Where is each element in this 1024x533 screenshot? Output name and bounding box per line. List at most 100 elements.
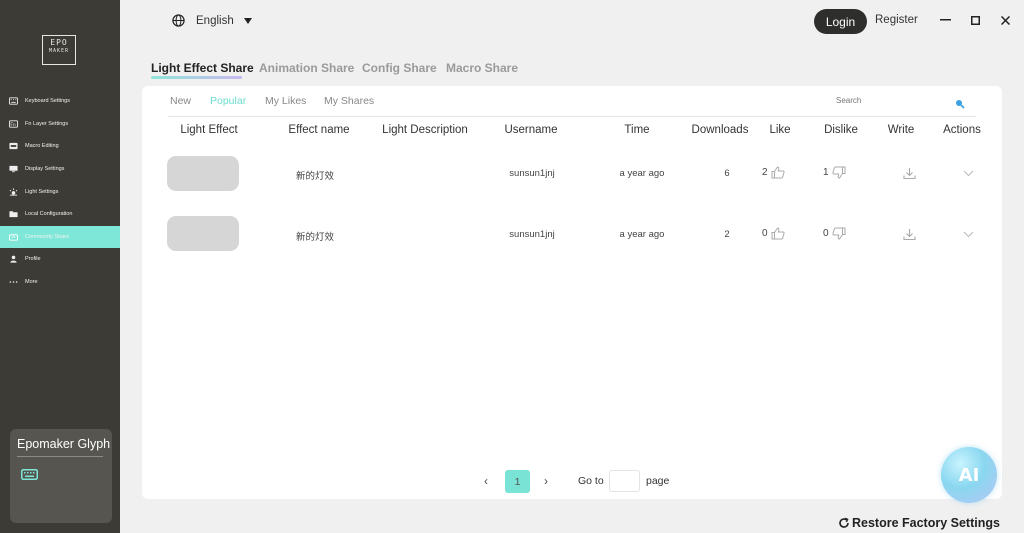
sidebar-item-label: Local Configuration — [25, 211, 73, 218]
ai-label: AI — [958, 464, 980, 486]
dislike-count: 0 — [823, 228, 829, 239]
column-header-downloads: Downloads — [691, 124, 749, 136]
tab-macro-share[interactable]: Macro Share — [446, 61, 518, 75]
caret-down-icon — [243, 17, 252, 24]
sidebar-item-display-settings[interactable]: Display Settings — [0, 158, 120, 181]
close-icon[interactable] — [998, 11, 1012, 29]
logo-text-bottom: MAKER — [48, 48, 70, 54]
refresh-icon — [839, 517, 849, 528]
like-count: 0 — [762, 228, 768, 239]
ai-assistant-button[interactable]: AI — [941, 447, 997, 503]
sidebar-nav: Keyboard Settings Fn Fn Layer Settings M… — [0, 90, 120, 293]
prev-page-button[interactable]: ‹ — [484, 474, 488, 488]
next-page-button[interactable]: › — [544, 474, 548, 488]
macro-icon — [9, 143, 18, 150]
like-button[interactable]: 2 — [762, 166, 785, 179]
light-effect-thumbnail[interactable] — [167, 156, 239, 191]
sidebar-item-macro-editing[interactable]: Macro Editing — [0, 135, 120, 158]
restore-label: Restore Factory Settings — [852, 516, 1000, 530]
register-link[interactable]: Register — [875, 14, 918, 26]
download-icon[interactable] — [902, 166, 916, 180]
tab-animation-share[interactable]: Animation Share — [259, 61, 354, 75]
restore-factory-settings-button[interactable]: Restore Factory Settings — [838, 516, 1000, 530]
share-panel — [142, 86, 1002, 499]
language-selector[interactable]: English — [172, 14, 252, 27]
sidebar-item-label: Macro Editing — [25, 143, 59, 150]
effect-name-cell: 新的灯效 — [295, 232, 335, 243]
column-header-effect-name: Effect name — [288, 124, 350, 136]
column-header-like: Like — [769, 124, 791, 136]
subtab-my-likes[interactable]: My Likes — [265, 95, 306, 107]
folder-icon — [9, 211, 18, 218]
subtab-popular[interactable]: Popular — [210, 95, 246, 107]
download-icon[interactable] — [902, 227, 916, 241]
thumbs-down-icon — [831, 166, 846, 179]
keyboard-icon — [9, 97, 18, 105]
downloads-cell: 6 — [724, 168, 730, 179]
page-label: page — [646, 475, 670, 487]
device-card[interactable]: Epomaker Glyph — [10, 429, 112, 523]
sidebar-item-light-settings[interactable]: Light Settings — [0, 180, 120, 203]
username-cell: sunsun1jnj — [509, 229, 555, 240]
dislike-button[interactable]: 0 — [823, 227, 846, 240]
column-header-actions: Actions — [943, 124, 981, 136]
light-effect-thumbnail[interactable] — [167, 216, 239, 251]
cloud-icon — [9, 233, 18, 241]
column-header-write: Write — [887, 124, 915, 136]
time-cell: a year ago — [619, 168, 665, 179]
column-header-light-description: Light Description — [382, 124, 468, 136]
display-icon — [9, 165, 18, 173]
sidebar-item-label: Profile — [25, 256, 41, 263]
divider — [17, 456, 103, 457]
chevron-down-icon[interactable] — [962, 168, 975, 178]
sidebar-item-label: Fn Layer Settings — [25, 120, 69, 127]
epomaker-logo: EPO MAKER — [42, 35, 76, 65]
fn-layer-icon: Fn — [9, 120, 18, 128]
page-1-button[interactable]: 1 — [505, 470, 530, 493]
goto-page-input[interactable] — [609, 470, 640, 492]
sidebar-item-keyboard-settings[interactable]: Keyboard Settings — [0, 90, 120, 113]
tab-config-share[interactable]: Config Share — [362, 61, 437, 75]
goto-label: Go to — [578, 475, 604, 487]
sidebar-item-label: Display Settings — [25, 166, 65, 173]
column-header-username: Username — [504, 124, 558, 136]
like-button[interactable]: 0 — [762, 227, 785, 240]
username-cell: sunsun1jnj — [509, 168, 555, 179]
login-button[interactable]: Login — [814, 9, 867, 34]
subtab-new[interactable]: New — [170, 95, 191, 107]
sidebar-item-profile[interactable]: Profile — [0, 248, 120, 271]
device-name: Epomaker Glyph — [17, 437, 111, 451]
sidebar-item-more[interactable]: More — [0, 271, 120, 294]
light-icon — [9, 188, 18, 196]
tab-light-effect-share[interactable]: Light Effect Share — [151, 61, 254, 75]
logo-text-top: EPO — [50, 38, 68, 47]
sidebar-item-label: Community Share — [25, 233, 70, 240]
time-cell: a year ago — [619, 229, 665, 240]
language-label: English — [196, 14, 234, 27]
sidebar-item-fn-layer-settings[interactable]: Fn Fn Layer Settings — [0, 113, 120, 136]
divider — [168, 116, 976, 117]
sidebar-item-label: Keyboard Settings — [25, 98, 70, 105]
subtab-my-shares[interactable]: My Shares — [324, 95, 374, 107]
sidebar-item-label: Light Settings — [25, 188, 59, 195]
column-header-dislike: Dislike — [824, 124, 858, 136]
chevron-down-icon[interactable] — [962, 229, 975, 239]
thumbs-up-icon — [771, 166, 785, 179]
sidebar-item-local-configuration[interactable]: Local Configuration — [0, 203, 120, 226]
search-icon[interactable] — [955, 96, 965, 109]
sidebar-item-label: More — [25, 279, 38, 286]
thumbs-down-icon — [831, 227, 846, 240]
globe-icon — [172, 14, 185, 27]
sidebar-item-community-share[interactable]: Community Share — [0, 225, 120, 249]
minimize-icon[interactable] — [938, 11, 952, 29]
keyboard-icon — [21, 467, 38, 485]
downloads-cell: 2 — [724, 229, 730, 240]
column-header-light-effect: Light Effect — [180, 124, 238, 136]
thumbs-up-icon — [771, 227, 785, 240]
search-input[interactable] — [832, 91, 972, 109]
active-tab-indicator — [151, 76, 242, 79]
column-header-time: Time — [624, 124, 650, 136]
svg-text:Fn: Fn — [10, 122, 16, 128]
maximize-icon[interactable] — [968, 11, 982, 29]
dislike-button[interactable]: 1 — [823, 166, 846, 179]
